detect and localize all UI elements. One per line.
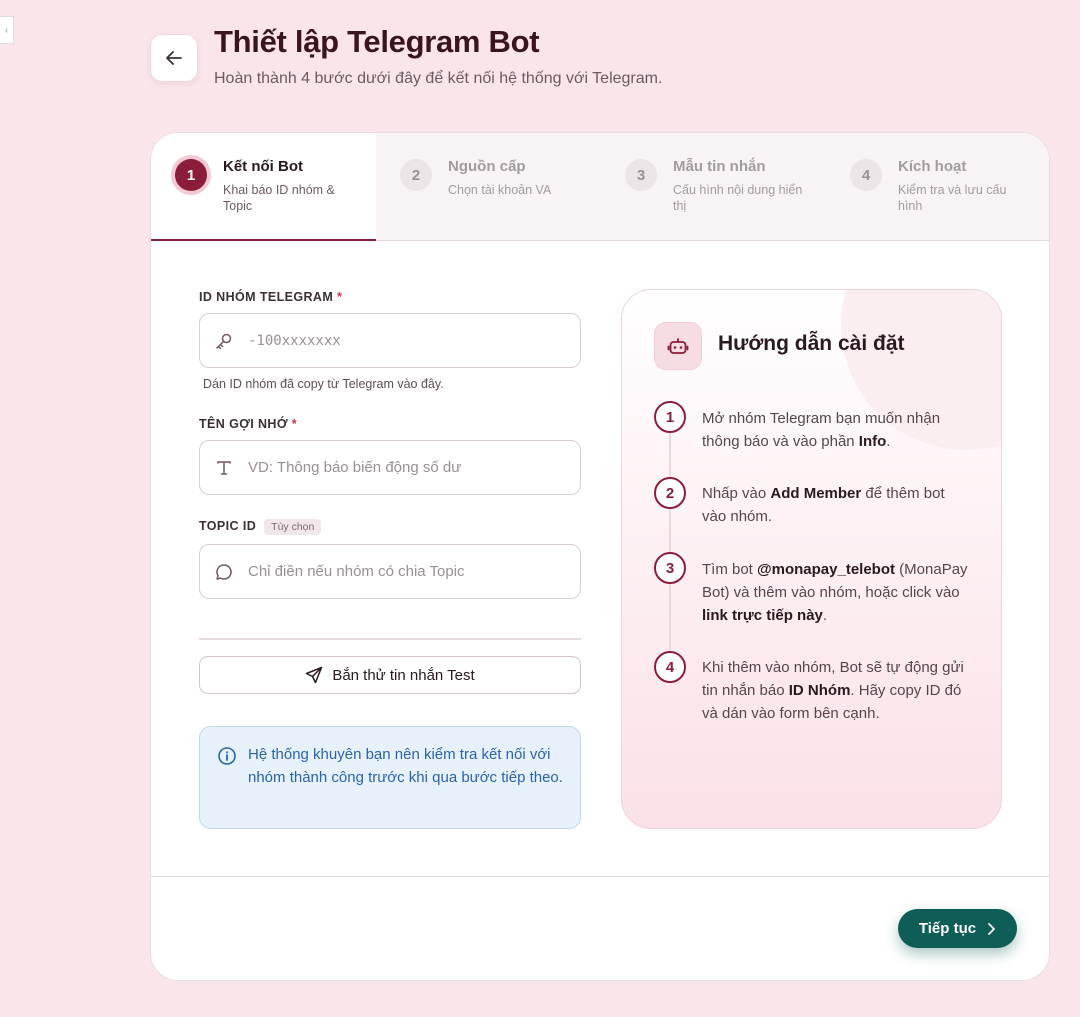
bot-icon bbox=[654, 322, 702, 370]
stepper: 1 Kết nối Bot Khai báo ID nhóm & Topic 2… bbox=[151, 133, 1049, 241]
step-connect-bot[interactable]: 1 Kết nối Bot Khai báo ID nhóm & Topic bbox=[151, 133, 376, 241]
continue-label: Tiếp tục bbox=[918, 920, 977, 937]
continue-button[interactable]: Tiếp tục bbox=[898, 909, 1017, 948]
step-source[interactable]: 2 Nguồn cấp Chọn tài khoản VA bbox=[376, 133, 601, 241]
guide-step-number: 3 bbox=[654, 552, 686, 584]
step-description: Khai báo ID nhóm & Topic bbox=[223, 183, 335, 213]
guide-step-number: 2 bbox=[654, 477, 686, 509]
footer-divider bbox=[151, 876, 1049, 877]
step-title: Kích hoạt bbox=[898, 158, 967, 175]
step-title: Kết nối Bot bbox=[223, 158, 303, 175]
page-subtitle: Hoàn thành 4 bước dưới đây để kết nối hệ… bbox=[214, 70, 663, 87]
group-id-hint: Dán ID nhóm đã copy từ Telegram vào đây. bbox=[203, 377, 444, 391]
step-number: 4 bbox=[850, 159, 882, 191]
chevron-left-icon: ‹ bbox=[4, 24, 9, 36]
chevron-right-icon bbox=[988, 922, 996, 935]
setup-card: 1 Kết nối Bot Khai báo ID nhóm & Topic 2… bbox=[150, 132, 1050, 981]
timeline-line bbox=[669, 433, 671, 669]
group-id-label: ID NHÓM TELEGRAM * bbox=[199, 290, 343, 304]
guide-step-text: Tìm bot @monapay_telebot (MonaPay Bot) v… bbox=[702, 561, 968, 624]
topic-id-input[interactable] bbox=[248, 563, 558, 580]
back-button[interactable] bbox=[150, 34, 198, 82]
setup-guide-panel: Hướng dẫn cài đặt 1 Mở nhóm Telegram bạn… bbox=[621, 289, 1002, 829]
info-text: Hệ thống khuyên bạn nên kiểm tra kết nối… bbox=[248, 746, 563, 786]
page-title: Thiết lập Telegram Bot bbox=[214, 24, 540, 59]
nickname-field[interactable] bbox=[199, 440, 581, 495]
group-id-field[interactable] bbox=[199, 313, 581, 368]
step-number: 3 bbox=[625, 159, 657, 191]
direct-link[interactable]: link trực tiếp này bbox=[702, 607, 823, 624]
guide-step-text: Khi thêm vào nhóm, Bot sẽ tự động gửi ti… bbox=[702, 659, 964, 722]
topic-id-field[interactable] bbox=[199, 544, 581, 599]
send-test-message-label: Bắn thử tin nhắn Test bbox=[332, 666, 475, 684]
step-description: Kiểm tra và lưu cấu hình bbox=[898, 183, 1007, 213]
optional-badge: Tùy chọn bbox=[264, 519, 322, 535]
guide-step-number: 1 bbox=[654, 401, 686, 433]
text-icon bbox=[200, 459, 248, 477]
send-test-message-button[interactable]: Bắn thử tin nhắn Test bbox=[199, 656, 581, 694]
arrow-left-icon bbox=[166, 51, 182, 65]
nickname-input[interactable] bbox=[248, 459, 558, 476]
divider bbox=[199, 638, 581, 640]
guide-title: Hướng dẫn cài đặt bbox=[718, 332, 905, 355]
step-number: 2 bbox=[400, 159, 432, 191]
group-id-input[interactable] bbox=[248, 332, 558, 349]
step-title: Mẫu tin nhắn bbox=[673, 158, 766, 175]
step-title: Nguồn cấp bbox=[448, 158, 526, 175]
step-description: Chọn tài khoản VA bbox=[448, 183, 552, 197]
guide-step-number: 4 bbox=[654, 651, 686, 683]
required-mark: * bbox=[337, 290, 343, 304]
step-activate[interactable]: 4 Kích hoạt Kiểm tra và lưu cấu hình bbox=[826, 133, 1049, 241]
key-icon bbox=[200, 331, 248, 351]
topic-id-label: TOPIC ID Tùy chọn bbox=[199, 519, 322, 535]
guide-step-text: Nhấp vào Add Member để thêm bot vào nhóm… bbox=[702, 485, 945, 525]
required-mark: * bbox=[291, 417, 298, 431]
step-message-template[interactable]: 3 Mẫu tin nhắn Cấu hình nội dung hiển th… bbox=[601, 133, 826, 241]
info-alert: Hệ thống khuyên bạn nên kiểm tra kết nối… bbox=[199, 726, 581, 829]
send-icon bbox=[306, 666, 323, 684]
step-description: Cấu hình nội dung hiển thị bbox=[673, 183, 803, 213]
nickname-label: TÊN GỢI NHỚ * bbox=[199, 417, 298, 431]
collapse-sidebar-tab[interactable]: ‹ bbox=[0, 16, 14, 44]
guide-step-text: Mở nhóm Telegram bạn muốn nhận thông báo… bbox=[702, 410, 941, 450]
step-number: 1 bbox=[175, 159, 207, 191]
info-icon bbox=[217, 746, 237, 771]
chat-bubble-icon bbox=[200, 562, 248, 582]
